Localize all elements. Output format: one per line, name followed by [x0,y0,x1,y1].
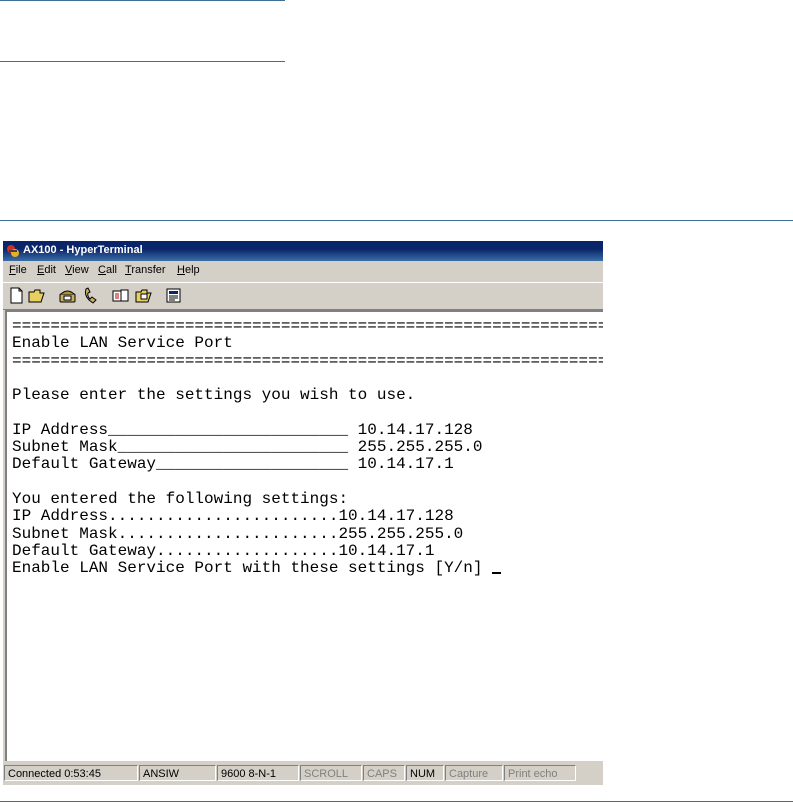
terminal-prompt: Enable LAN Service Port with these setti… [12,559,483,578]
terminal-line: Subnet Mask.......................255.25… [12,524,464,543]
disconnect-button[interactable] [81,286,100,305]
terminal-prompt-line: Enable LAN Service Port with these setti… [12,560,603,577]
menu-transfer[interactable]: Transfer [125,264,166,276]
terminal-line: ========================================… [12,318,603,335]
terminal-line: ========================================… [12,351,603,370]
menu-edit[interactable]: Edit [37,264,56,276]
terminal-screen[interactable]: ========================================… [12,318,603,761]
section-rule-bottom [0,801,793,802]
menu-bar: File Edit View Call Transfer Help [3,261,603,281]
receive-button[interactable] [134,286,153,305]
disconnect-icon [84,287,97,304]
terminal-line: Please enter the settings you wish to us… [12,386,416,405]
new-icon [10,287,23,304]
top-rule-2 [0,61,285,62]
send-icon [112,289,129,302]
menu-file[interactable]: File [9,264,27,276]
status-connected: Connected 0:53:45 [4,765,138,781]
top-rule-1 [0,0,285,1]
toolbar [3,282,603,310]
properties-button[interactable] [164,286,183,305]
menu-view[interactable]: View [65,264,89,276]
status-capture: Capture [445,765,503,781]
status-bar: Connected 0:53:45 ANSIW 9600 8-N-1 SCROL… [3,763,603,785]
menu-call[interactable]: Call [98,264,117,276]
terminal-line: Enable LAN Service Port [12,334,233,353]
open-button[interactable] [27,286,46,305]
window-title: AX100 - HyperTerminal [23,244,143,256]
terminal-line: IP Address........................10.14.… [12,507,454,526]
menu-help[interactable]: Help [177,264,200,276]
terminal-line: Default Gateway____________________ 10.1… [12,455,454,474]
section-rule-top [0,220,793,221]
status-caps: CAPS [363,765,405,781]
receive-icon [135,289,152,303]
send-button[interactable] [111,286,130,305]
open-icon [28,289,45,303]
terminal-line: You entered the following settings: [12,489,349,508]
terminal-frame: ========================================… [5,310,603,761]
phone-icon [59,290,76,303]
terminal-line: Subnet Mask________________________ 255.… [12,438,483,457]
terminal-line: Default Gateway...................10.14.… [12,541,435,560]
status-print-echo: Print echo [504,765,576,781]
connect-button[interactable] [58,286,77,305]
title-bar[interactable]: AX100 - HyperTerminal [3,241,603,261]
hyperterminal-window: AX100 - HyperTerminal File Edit View Cal… [3,241,603,785]
status-scroll: SCROLL [300,765,362,781]
status-port-settings: 9600 8-N-1 [217,765,299,781]
text-cursor [492,572,502,575]
status-emulation: ANSIW [139,765,216,781]
hyperterminal-app-icon[interactable] [6,244,20,258]
terminal-line: IP Address_________________________ 10.1… [12,420,473,439]
new-button[interactable] [7,286,26,305]
status-num: NUM [406,765,444,781]
properties-icon [166,288,181,303]
